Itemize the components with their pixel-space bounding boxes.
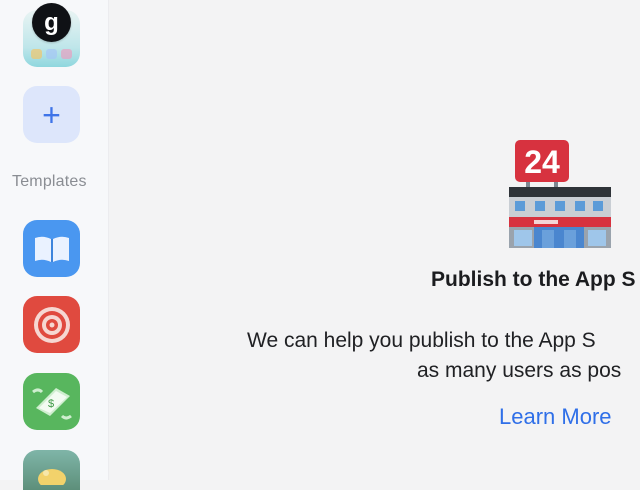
template-book[interactable] bbox=[23, 220, 80, 277]
description-line-1: We can help you publish to the App S bbox=[247, 329, 596, 352]
publish-description: We can help you publish to the App S as … bbox=[247, 326, 640, 386]
add-app-button[interactable]: + bbox=[23, 86, 80, 143]
template-piggy-bank[interactable] bbox=[23, 450, 80, 490]
target-icon bbox=[33, 306, 70, 343]
app-tile-preview bbox=[31, 49, 72, 59]
learn-more-link[interactable]: Learn More bbox=[499, 404, 612, 430]
templates-heading: Templates bbox=[12, 173, 87, 190]
current-app-badge: g bbox=[32, 3, 71, 42]
book-icon bbox=[34, 236, 69, 262]
template-money[interactable]: $ bbox=[23, 373, 80, 430]
svg-text:$: $ bbox=[48, 398, 54, 410]
24-hour-store-icon: 24 bbox=[509, 140, 611, 248]
store-sign-text: 24 bbox=[524, 144, 560, 180]
sidebar: g + Templates $ bbox=[0, 0, 109, 490]
money-icon: $ bbox=[31, 387, 72, 419]
description-line-2: as many users as pos bbox=[417, 359, 622, 382]
piggy-bank-icon bbox=[37, 469, 66, 485]
template-target[interactable] bbox=[23, 296, 80, 353]
publish-heading: Publish to the App S bbox=[431, 268, 636, 291]
